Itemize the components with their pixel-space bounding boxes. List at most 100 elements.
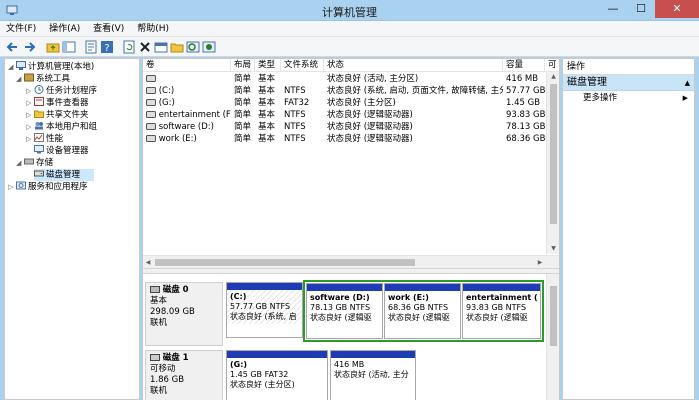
disk-size: 298.09 GB bbox=[150, 307, 195, 317]
partition-name: (C:) bbox=[230, 292, 247, 301]
tree-item-event-viewer[interactable]: ▷ 事件查看器 bbox=[26, 97, 89, 109]
toolbar: ? bbox=[0, 37, 699, 57]
table-row[interactable]: entertainment (F:) 简单 基本 NTFS 状态良好 (逻辑驱动… bbox=[143, 109, 545, 121]
navigation-tree: ◢ 计算机管理(本地) ◢ 系统工具 ▷ 任务计划程序 ▷ 事件查看器 ▷ 共享文件夹 ▷… bbox=[4, 58, 140, 400]
column-header-volume[interactable]: 卷 bbox=[143, 59, 231, 72]
collapse-up-icon[interactable]: ▲ bbox=[685, 75, 690, 91]
menu-action[interactable]: 操作(A) bbox=[43, 21, 80, 37]
more-actions-label: 更多操作 bbox=[583, 93, 618, 103]
collapse-arrow-icon[interactable]: ◢ bbox=[16, 157, 24, 169]
table-row[interactable]: work (E:) 简单 基本 NTFS 状态良好 (逻辑驱动器) 68.36 … bbox=[143, 133, 545, 145]
volume-cell: software (D:) bbox=[143, 121, 231, 133]
partition-size: 1.45 GB FAT32 bbox=[230, 370, 289, 379]
zoom-icon[interactable] bbox=[186, 40, 200, 54]
back-arrow-icon[interactable] bbox=[6, 40, 20, 54]
drive-icon bbox=[146, 111, 156, 118]
table-row[interactable]: 简单 基本 状态良好 (活动, 主分区) 416 MB 99 bbox=[143, 73, 545, 85]
close-button[interactable]: ✕ bbox=[655, 0, 699, 18]
volume-name: entertainment (F:) bbox=[158, 110, 231, 120]
forward-arrow-icon[interactable] bbox=[22, 40, 36, 54]
tree-item-root[interactable]: ◢ 计算机管理(本地) bbox=[8, 61, 94, 73]
disk-kind: 可移动 bbox=[150, 364, 176, 374]
expand-arrow-icon[interactable]: ▷ bbox=[26, 109, 34, 121]
scrollbar-thumb[interactable] bbox=[155, 259, 415, 266]
properties-icon[interactable] bbox=[84, 40, 98, 54]
column-header-type[interactable]: 类型 bbox=[255, 59, 281, 72]
table-row[interactable]: software (D:) 简单 基本 NTFS 状态良好 (逻辑驱动器) 78… bbox=[143, 121, 545, 133]
partition-d[interactable]: software (D:) 78.13 GB NTFS 状态良好 (逻辑驱 bbox=[306, 283, 383, 339]
delete-icon[interactable] bbox=[138, 40, 152, 54]
menu-file[interactable]: 文件(F) bbox=[0, 21, 36, 37]
column-header-free[interactable]: 可用 bbox=[545, 59, 559, 83]
expand-arrow-icon[interactable]: ▷ bbox=[26, 133, 34, 145]
users-icon bbox=[35, 122, 43, 130]
partition-status: 状态良好 (逻辑驱 bbox=[310, 313, 372, 322]
scroll-down-icon[interactable]: ▼ bbox=[547, 244, 560, 254]
actions-section-disk-management[interactable]: 磁盘管理 ▲ bbox=[563, 75, 694, 91]
expand-arrow-icon[interactable]: ▷ bbox=[26, 121, 34, 133]
tree-item-task-scheduler[interactable]: ▷ 任务计划程序 bbox=[26, 85, 97, 97]
device-manager-icon bbox=[34, 145, 44, 154]
layout-cell: 简单 bbox=[234, 74, 252, 84]
volume-list-horizontal-scrollbar[interactable]: ◀ ▶ bbox=[143, 255, 559, 268]
tree-item-device-manager[interactable]: 设备管理器 bbox=[34, 145, 89, 157]
tree-item-performance[interactable]: ▷ 性能 bbox=[26, 133, 63, 145]
partition-f[interactable]: entertainment ( 93.83 GB NTFS 状态良好 (逻辑驱 bbox=[462, 283, 541, 339]
volume-list-vertical-scrollbar[interactable]: ▲ ▼ bbox=[546, 72, 559, 254]
up-folder-icon[interactable] bbox=[46, 40, 60, 54]
scrollbar-thumb[interactable] bbox=[550, 286, 557, 346]
tree-item-local-users[interactable]: ▷ 本地用户和组 bbox=[26, 121, 97, 133]
minimize-button[interactable]: — bbox=[600, 0, 626, 18]
volume-name: (C:) bbox=[158, 86, 175, 96]
disk-kind: 基本 bbox=[150, 296, 168, 306]
volume-name: (G:) bbox=[158, 98, 175, 108]
disk-1-label[interactable]: 磁盘 1 可移动 1.86 GB 联机 bbox=[145, 350, 223, 400]
type-cell: 基本 bbox=[258, 122, 276, 132]
column-header-layout[interactable]: 布局 bbox=[231, 59, 255, 72]
volume-cell bbox=[143, 73, 231, 85]
shared-folder-icon bbox=[34, 110, 44, 118]
expand-arrow-icon[interactable]: ▷ bbox=[26, 85, 34, 97]
refresh-icon[interactable] bbox=[122, 40, 136, 54]
scroll-up-icon[interactable]: ▲ bbox=[547, 72, 560, 82]
disk-0-label[interactable]: 磁盘 0 基本 298.09 GB 联机 bbox=[145, 282, 223, 346]
collapse-arrow-icon[interactable]: ◢ bbox=[16, 73, 24, 85]
tree-item-services[interactable]: ▷ 服务和应用程序 bbox=[8, 181, 88, 193]
settings-icon[interactable] bbox=[154, 40, 168, 54]
tree-item-label: 事件查看器 bbox=[46, 98, 89, 108]
help-icon[interactable]: ? bbox=[100, 40, 114, 54]
partition-g[interactable]: (G:) 1.45 GB FAT32 状态良好 (主分区) bbox=[226, 350, 328, 400]
scrollbar-thumb[interactable] bbox=[550, 84, 557, 224]
column-header-capacity[interactable]: 容量 bbox=[503, 59, 545, 72]
disk-settings-icon[interactable] bbox=[202, 40, 216, 54]
filesystem-cell: NTFS bbox=[284, 86, 306, 96]
partition-c[interactable]: (C:) 57.77 GB NTFS 状态良好 (系统, 启 bbox=[226, 282, 303, 338]
capacity-cell: 93.83 GB bbox=[506, 110, 545, 120]
collapse-arrow-icon[interactable]: ◢ bbox=[8, 61, 16, 73]
column-header-status[interactable]: 状态 bbox=[324, 59, 503, 72]
table-row[interactable]: (G:) 简单 基本 FAT32 状态良好 (主分区) 1.45 GB 1. bbox=[143, 97, 545, 109]
partition-e[interactable]: work (E:) 68.36 GB NTFS 状态良好 (逻辑驱 bbox=[384, 283, 461, 339]
tree-item-disk-management[interactable]: 磁盘管理 bbox=[34, 169, 94, 181]
storage-icon bbox=[24, 158, 34, 165]
layout-cell: 简单 bbox=[234, 122, 252, 132]
expand-arrow-icon[interactable]: ▷ bbox=[26, 97, 34, 109]
disk-map-vertical-scrollbar[interactable] bbox=[546, 274, 559, 400]
tree-item-system-tools[interactable]: ◢ 系统工具 bbox=[16, 73, 70, 85]
tree-item-label: 任务计划程序 bbox=[46, 86, 98, 96]
type-cell: 基本 bbox=[258, 98, 276, 108]
table-row[interactable]: (C:) 简单 基本 NTFS 状态良好 (系统, 启动, 页面文件, 故障转储… bbox=[143, 85, 545, 97]
tree-item-shared-folders[interactable]: ▷ 共享文件夹 bbox=[26, 109, 89, 121]
more-actions-item[interactable]: 更多操作 ▶ bbox=[563, 91, 694, 105]
show-hide-tree-icon[interactable] bbox=[62, 40, 76, 54]
drive-icon bbox=[146, 135, 156, 142]
partition-name: entertainment ( bbox=[466, 293, 538, 302]
column-header-filesystem[interactable]: 文件系统 bbox=[281, 59, 324, 72]
maximize-button[interactable]: ☐ bbox=[628, 0, 654, 18]
open-folder-icon[interactable] bbox=[170, 40, 184, 54]
menu-view[interactable]: 查看(V) bbox=[87, 21, 124, 37]
menu-help[interactable]: 帮助(H) bbox=[131, 21, 169, 37]
partition-system-reserved[interactable]: 416 MB 状态良好 (活动, 主分 bbox=[330, 350, 416, 400]
expand-arrow-icon[interactable]: ▷ bbox=[8, 181, 16, 193]
tree-item-storage[interactable]: ◢ 存储 bbox=[16, 157, 53, 169]
